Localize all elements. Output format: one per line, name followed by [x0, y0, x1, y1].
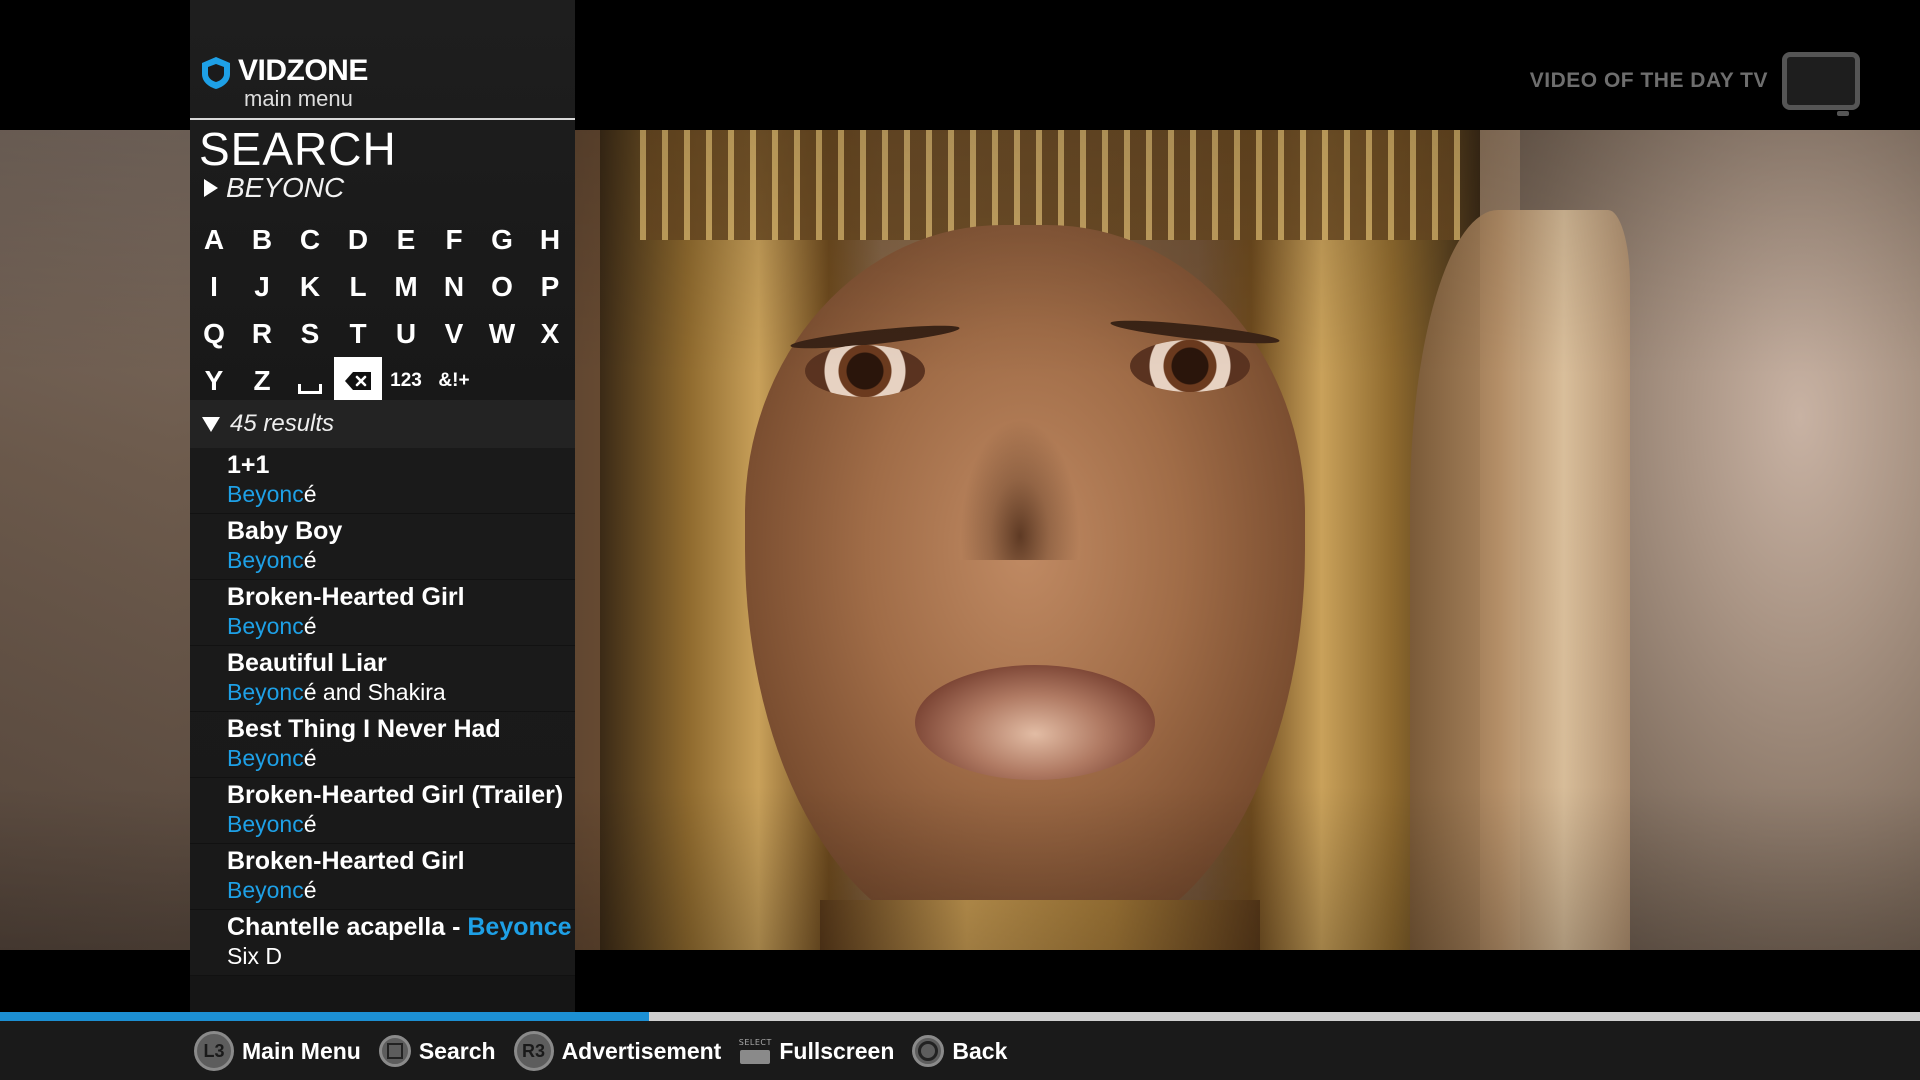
- list-item[interactable]: Chantelle acapella - Beyonce Six D: [190, 910, 575, 976]
- list-item[interactable]: Broken-Hearted Girl (Trailer) Beyoncé: [190, 778, 575, 844]
- playback-progress-fill: [0, 1012, 649, 1021]
- results-header[interactable]: 45 results: [190, 400, 575, 448]
- result-title: Baby Boy: [227, 517, 343, 545]
- keyboard-row: Y Z 123 &!+: [190, 357, 575, 404]
- back-hint-label: Back: [952, 1037, 1008, 1064]
- key-j[interactable]: J: [238, 263, 286, 310]
- result-artist: Beyoncé: [227, 481, 317, 507]
- key-m[interactable]: M: [382, 263, 430, 310]
- key-o[interactable]: O: [478, 263, 526, 310]
- result-title: Beautiful Liar: [227, 649, 387, 677]
- channel-badge-label: VIDEO OF THE DAY TV: [1529, 69, 1768, 92]
- key-w[interactable]: W: [478, 310, 526, 357]
- channel-badge: VIDEO OF THE DAY TV: [1529, 52, 1860, 116]
- key-space[interactable]: [286, 357, 334, 404]
- r3-stick-icon: R3: [513, 1031, 554, 1071]
- on-screen-keyboard: A B C D E F G H I J K L M N O P Q R S T …: [190, 216, 575, 404]
- key-n[interactable]: N: [430, 263, 478, 310]
- advertisement-hint-label: Advertisement: [561, 1037, 722, 1064]
- expand-arrow-icon: [202, 416, 220, 432]
- key-g[interactable]: G: [478, 216, 526, 263]
- vidzone-shield-icon: [202, 57, 230, 89]
- back-hint[interactable]: Back: [912, 1035, 1007, 1067]
- key-v[interactable]: V: [430, 310, 478, 357]
- list-item[interactable]: 1+1 Beyoncé: [190, 448, 575, 514]
- result-artist: Beyoncé: [227, 877, 317, 903]
- key-d[interactable]: D: [334, 216, 382, 263]
- controller-hint-bar: L3 Main Menu Search R3 Advertisement SEL…: [0, 1021, 1920, 1080]
- circle-button-icon: [912, 1035, 945, 1067]
- key-a[interactable]: A: [190, 216, 238, 263]
- vidzone-logo[interactable]: VIDZONE main menu: [200, 56, 368, 110]
- result-title: Broken-Hearted Girl: [227, 847, 465, 875]
- results-count: 45 results: [230, 410, 335, 437]
- key-h[interactable]: H: [526, 216, 574, 263]
- list-item[interactable]: Best Thing I Never Had Beyoncé: [190, 712, 575, 778]
- result-title: Best Thing I Never Had: [227, 715, 501, 743]
- advertisement-hint[interactable]: R3 Advertisement: [513, 1031, 722, 1071]
- search-query-text: BEYONC: [226, 172, 345, 203]
- result-artist: Beyoncé: [227, 547, 317, 573]
- key-numbers[interactable]: 123: [382, 357, 430, 404]
- result-artist: Six D: [227, 943, 282, 969]
- result-artist: Beyoncé and Shakira: [227, 679, 446, 705]
- fullscreen-hint-label: Fullscreen: [779, 1037, 895, 1064]
- result-title: Broken-Hearted Girl: [227, 583, 465, 611]
- list-item[interactable]: Broken-Hearted Girl Beyoncé: [190, 580, 575, 646]
- list-item[interactable]: Baby Boy Beyoncé: [190, 514, 575, 580]
- page-title: SEARCH: [199, 123, 397, 175]
- key-x[interactable]: X: [526, 310, 574, 357]
- select-button-bar: [740, 1050, 771, 1064]
- select-button-label: SELECT: [738, 1038, 772, 1047]
- result-artist: Beyoncé: [227, 745, 317, 771]
- main-menu-hint-label: Main Menu: [242, 1037, 361, 1064]
- results-list: 1+1 Beyoncé Baby Boy Beyoncé Broken-Hear…: [190, 448, 575, 1008]
- result-artist: Beyoncé: [227, 613, 317, 639]
- result-title: Broken-Hearted Girl (Trailer): [227, 781, 564, 809]
- search-panel: VIDZONE main menu SEARCH BEYONC A B C D …: [190, 0, 575, 1012]
- play-arrow-icon: [204, 179, 218, 197]
- key-u[interactable]: U: [382, 310, 430, 357]
- key-p[interactable]: P: [526, 263, 574, 310]
- fullscreen-hint[interactable]: SELECT Fullscreen: [739, 1038, 894, 1065]
- header-divider: [190, 118, 575, 120]
- tv-icon: [1782, 52, 1860, 116]
- list-item[interactable]: Broken-Hearted Girl Beyoncé: [190, 844, 575, 910]
- key-k[interactable]: K: [286, 263, 334, 310]
- key-f[interactable]: F: [430, 216, 478, 263]
- search-query: BEYONC: [204, 172, 344, 204]
- key-y[interactable]: Y: [190, 357, 238, 404]
- key-q[interactable]: Q: [190, 310, 238, 357]
- search-hint[interactable]: Search: [378, 1035, 496, 1067]
- search-hint-label: Search: [418, 1037, 496, 1064]
- main-menu-hint[interactable]: L3 Main Menu: [194, 1031, 361, 1071]
- key-symbols[interactable]: &!+: [430, 357, 478, 404]
- l3-stick-icon: L3: [194, 1031, 234, 1071]
- key-r[interactable]: R: [238, 310, 286, 357]
- key-s[interactable]: S: [286, 310, 334, 357]
- key-b[interactable]: B: [238, 216, 286, 263]
- keyboard-row: A B C D E F G H: [190, 216, 575, 263]
- square-button-icon: [378, 1035, 411, 1067]
- select-button-icon: SELECT: [739, 1038, 771, 1064]
- key-z[interactable]: Z: [238, 357, 286, 404]
- space-icon: [298, 383, 322, 394]
- result-artist: Beyoncé: [227, 811, 317, 837]
- key-l[interactable]: L: [334, 263, 382, 310]
- list-item[interactable]: Beautiful Liar Beyoncé and Shakira: [190, 646, 575, 712]
- result-title: 1+1: [227, 451, 270, 479]
- key-t[interactable]: T: [334, 310, 382, 357]
- backspace-icon: [345, 371, 371, 390]
- playback-progress-bar[interactable]: [0, 1012, 1920, 1021]
- key-c[interactable]: C: [286, 216, 334, 263]
- keyboard-row: Q R S T U V W X: [190, 310, 575, 357]
- key-i[interactable]: I: [190, 263, 238, 310]
- result-title: Chantelle acapella - Beyonce: [227, 913, 572, 941]
- main-menu-label: main menu: [244, 86, 353, 111]
- keyboard-row: I J K L M N O P: [190, 263, 575, 310]
- key-e[interactable]: E: [382, 216, 430, 263]
- key-backspace[interactable]: [334, 357, 382, 404]
- brand-name: VIDZONE: [238, 54, 368, 87]
